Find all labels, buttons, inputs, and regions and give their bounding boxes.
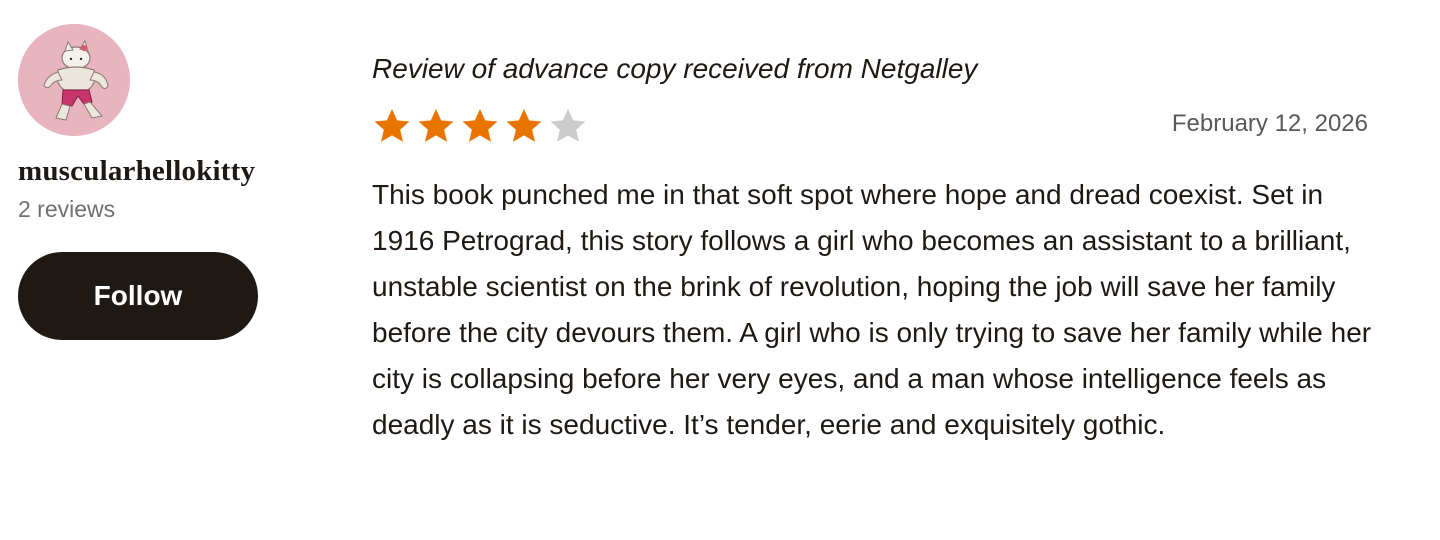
follow-button[interactable]: Follow: [18, 252, 258, 340]
star-icon: [550, 109, 586, 142]
reviewer-panel: muscularhellokitty 2 reviews Follow: [18, 24, 318, 340]
username[interactable]: muscularhellokitty: [18, 154, 318, 188]
review-content: Review of advance copy received from Net…: [372, 48, 1372, 448]
avatar-image: [18, 24, 130, 136]
avatar[interactable]: [18, 24, 130, 136]
star-rating: [372, 106, 588, 146]
star-icon: [506, 109, 542, 142]
star-icon: [374, 109, 410, 142]
review-title: Review of advance copy received from Net…: [372, 53, 978, 84]
star-icon: [462, 109, 498, 142]
review-date[interactable]: February 12, 2026: [1172, 108, 1368, 140]
review-meta: February 12, 2026: [372, 106, 1372, 146]
star-icon: [418, 109, 454, 142]
review-body: This book punched me in that soft spot w…: [372, 179, 1372, 440]
review-count[interactable]: 2 reviews: [18, 194, 318, 224]
